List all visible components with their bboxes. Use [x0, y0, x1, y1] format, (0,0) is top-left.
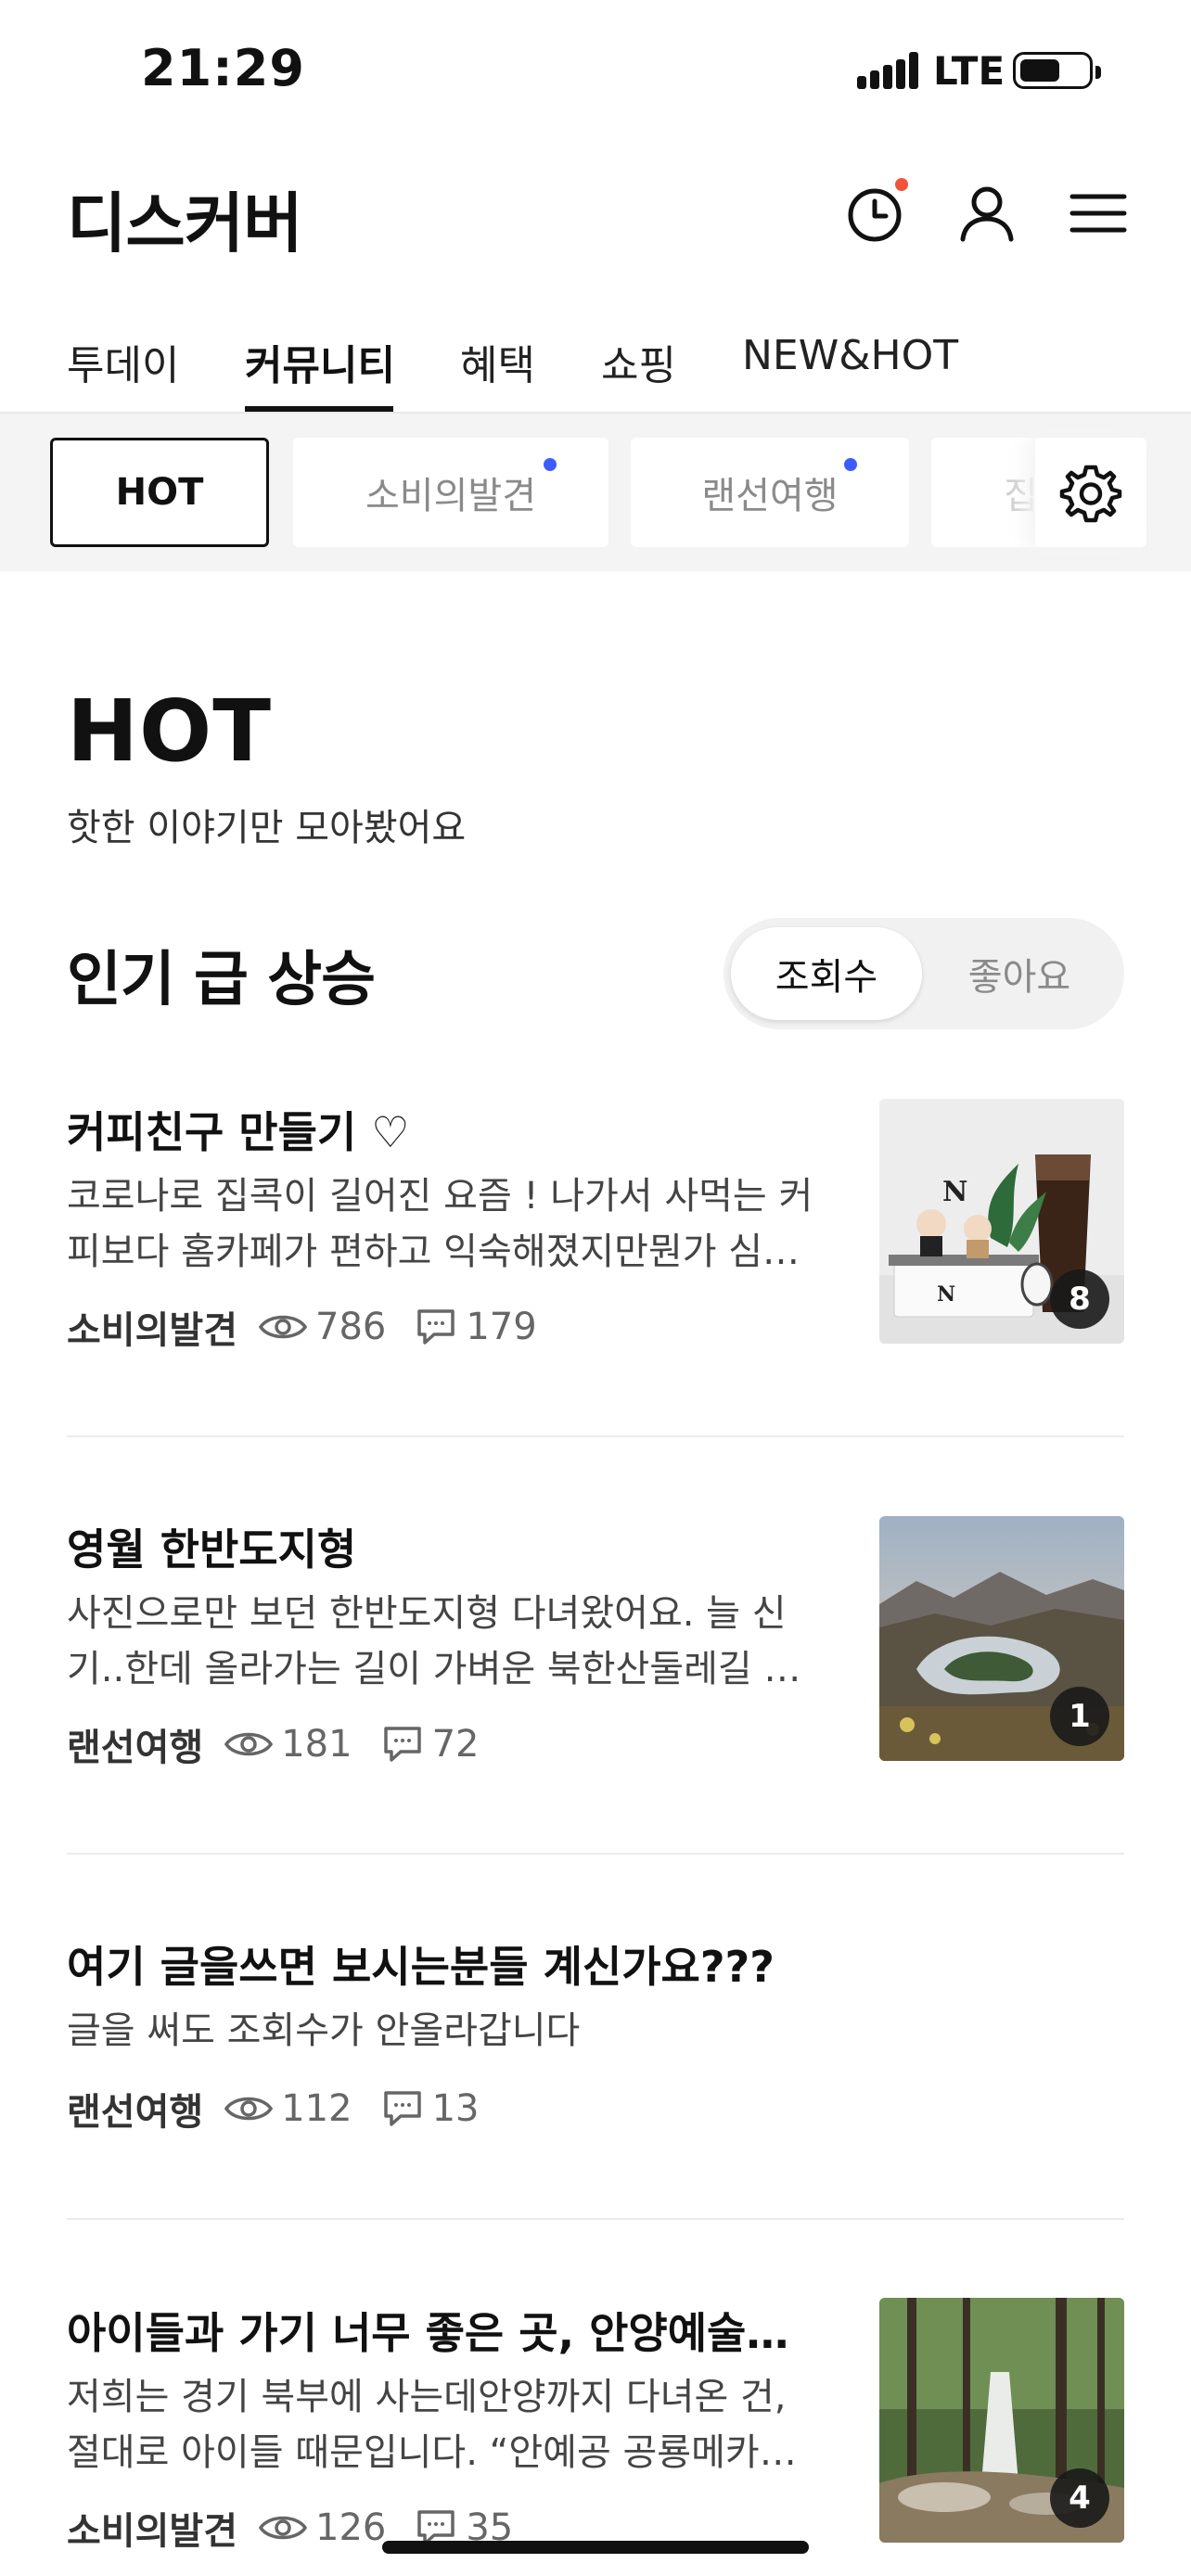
image-count-badge: 4	[1050, 2468, 1109, 2528]
comment-icon	[383, 2091, 421, 2126]
comment-icon	[417, 1309, 455, 1345]
gear-icon	[1059, 465, 1122, 523]
post-category: 소비의발견	[67, 1309, 237, 1352]
chip-hot[interactable]: HOT	[50, 438, 269, 547]
chip-online-travel[interactable]: 랜선여행	[631, 438, 909, 547]
post-category: 랜선여행	[67, 1727, 204, 1769]
sort-toggle[interactable]: 조회수 좋아요	[724, 918, 1124, 1029]
excerpt-line: 저희는 경기 북부에 사는데안양까지 다녀온 건,	[67, 2376, 787, 2418]
comment-count: 13	[431, 2087, 480, 2130]
chip-label: 소비의발견	[365, 475, 536, 517]
eye-icon	[258, 2516, 308, 2540]
post-category: 소비의발견	[67, 2510, 237, 2553]
eye-icon	[258, 1315, 308, 1339]
sort-views-option[interactable]: 조회수	[731, 927, 922, 1020]
battery-icon	[1013, 52, 1101, 89]
post-category: 랜선여행	[67, 2091, 204, 2134]
category-chip-bar[interactable]: HOT 소비의발견 랜선여행 집	[0, 414, 1191, 571]
chip-label: 집	[1004, 475, 1038, 517]
menu-icon[interactable]	[1061, 176, 1135, 250]
hot-heading: HOT	[67, 682, 272, 781]
chip-label: 랜선여행	[701, 475, 839, 517]
page-title: 디스커버	[67, 185, 303, 261]
profile-icon[interactable]	[952, 176, 1026, 250]
svg-text:N: N	[942, 1176, 967, 1208]
excerpt-line: 사진으로만 보던 한반도지형 다녀왔어요. 늘 신	[67, 1592, 787, 1635]
notification-dot	[895, 178, 908, 191]
status-time: 21:29	[141, 39, 305, 97]
eye-icon	[224, 1732, 274, 1756]
post-meta: 소비의발견 786 179	[67, 1300, 565, 1354]
post-title[interactable]: 아이들과 가기 너무 좋은 곳, 안양예술공…	[67, 2300, 827, 2361]
excerpt-line: 절대로 아이들 때문입니다. “안예공 공룡메카…	[67, 2431, 797, 2474]
network-label: LTE	[933, 48, 1005, 94]
image-count-badge: 8	[1050, 1269, 1109, 1329]
eye-icon	[224, 2097, 274, 2121]
comment-icon	[383, 1727, 421, 1762]
post-thumbnail[interactable]: 4	[879, 2298, 1124, 2543]
post-thumbnail[interactable]: N N 8	[879, 1099, 1124, 1344]
view-count: 112	[281, 2087, 352, 2130]
hot-subtitle: 핫한 이야기만 모아봤어요	[67, 807, 467, 849]
chip-consumer-discovery[interactable]: 소비의발견	[293, 438, 608, 547]
post-divider	[67, 2218, 1124, 2220]
tab-today[interactable]: 투데이	[67, 332, 179, 391]
post-meta: 랜선여행 181 72	[67, 1717, 506, 1771]
clock-icon[interactable]	[839, 176, 914, 250]
comment-count: 179	[466, 1306, 537, 1348]
post-divider	[67, 1435, 1124, 1437]
post-excerpt[interactable]: 글을 써도 조회수가 안올라갑니다	[67, 2003, 827, 2059]
signal-icon	[857, 52, 918, 89]
new-dot	[544, 458, 557, 471]
post-excerpt[interactable]: 저희는 경기 북부에 사는데안양까지 다녀온 건, 절대로 아이들 때문입니다.…	[67, 2369, 827, 2480]
post-title[interactable]: 커피친구 만들기 ♡	[67, 1099, 827, 1160]
svg-text:N: N	[937, 1282, 955, 1307]
image-count-badge: 1	[1050, 1687, 1109, 1746]
post-meta: 랜선여행 112 13	[67, 2082, 506, 2136]
chip-settings-button[interactable]	[1035, 438, 1146, 547]
view-count: 181	[281, 1723, 352, 1766]
chip-label: HOT	[115, 471, 204, 514]
sort-likes-option[interactable]: 좋아요	[924, 927, 1115, 1020]
comment-count: 72	[431, 1723, 480, 1766]
excerpt-line: 피보다 홈카페가 편하고 익숙해졌지만뭔가 심…	[67, 1231, 800, 1273]
view-count: 786	[315, 1306, 387, 1348]
post-excerpt[interactable]: 사진으로만 보던 한반도지형 다녀왔어요. 늘 신 기..한데 올라가는 길이 …	[67, 1586, 827, 1697]
section-title: 인기 급 상승	[67, 946, 376, 1014]
tab-new-hot[interactable]: NEW&HOT	[742, 332, 958, 379]
tab-benefits[interactable]: 혜택	[460, 332, 535, 391]
post-excerpt[interactable]: 코로나로 집콕이 길어진 요즘 ! 나가서 사먹는 커 피보다 홈카페가 편하고…	[67, 1168, 827, 1280]
tab-shopping[interactable]: 쇼핑	[601, 332, 676, 391]
home-indicator[interactable]	[382, 2541, 809, 2554]
post-thumbnail[interactable]: 1	[879, 1516, 1124, 1761]
excerpt-line: 글을 써도 조회수가 안올라갑니다	[67, 2009, 581, 2052]
post-divider	[67, 1853, 1124, 1855]
new-dot	[844, 458, 857, 471]
post-title[interactable]: 영월 한반도지형	[67, 1516, 827, 1577]
tab-community[interactable]: 커뮤니티	[245, 332, 395, 391]
post-title[interactable]: 여기 글을쓰면 보시는분들 계신가요???	[67, 1933, 827, 1995]
excerpt-line: 코로나로 집콕이 길어진 요즘 ! 나가서 사먹는 커	[67, 1175, 813, 1218]
view-count: 126	[315, 2506, 387, 2549]
excerpt-line: 기..한데 올라가는 길이 가벼운 북한산둘레길 …	[67, 1648, 801, 1690]
